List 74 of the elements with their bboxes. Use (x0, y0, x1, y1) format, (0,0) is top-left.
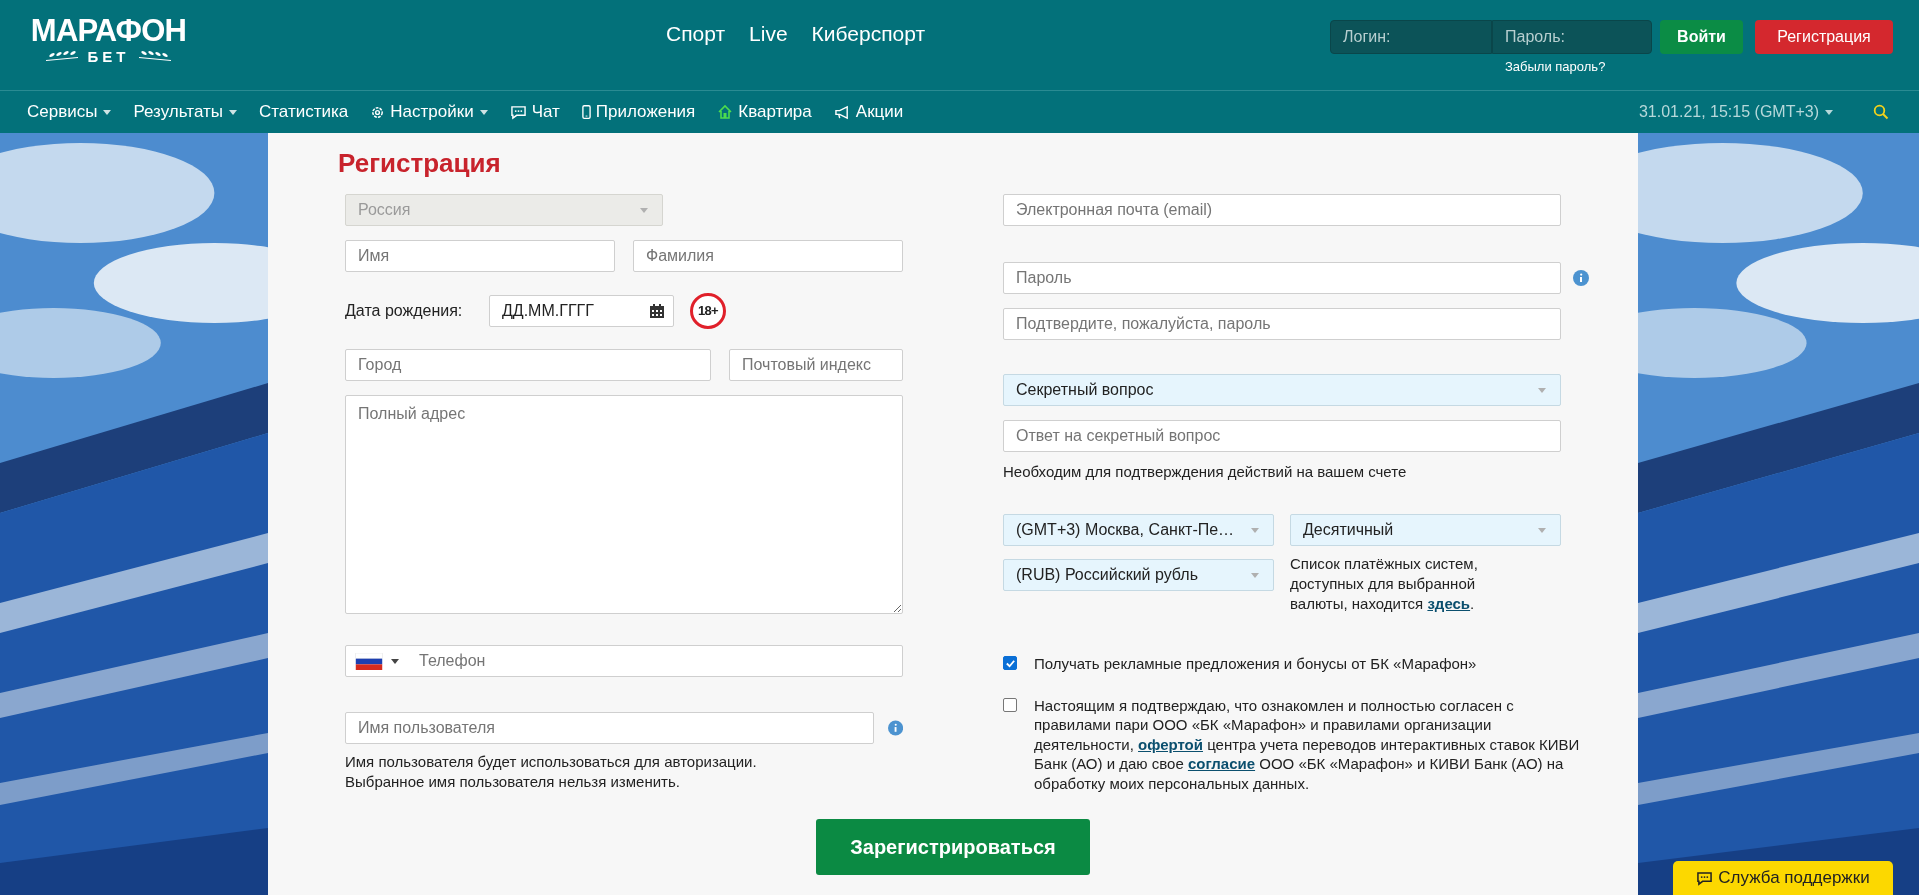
calendar-icon (650, 304, 664, 318)
nav-item[interactable]: Чат (509, 99, 560, 125)
laurel-icon (137, 50, 174, 64)
nav-item[interactable]: Акции (833, 99, 904, 125)
input-field[interactable]: Пароль (1003, 262, 1561, 294)
forgot-password-link[interactable]: Забыли пароль? (1505, 59, 1606, 75)
logo-title: МАРАФОН (30, 14, 187, 48)
caret-icon (1825, 109, 1833, 115)
date-field[interactable]: ДД.ММ.ГГГГ (489, 295, 674, 327)
laurel-icon (43, 50, 80, 64)
chat-icon (509, 104, 527, 120)
dropdown[interactable]: (GMT+3) Москва, Санкт-Пе… (1003, 514, 1274, 546)
top-nav-link[interactable]: Live (749, 20, 788, 48)
nav-item[interactable]: Результаты (133, 99, 237, 125)
note-text: Список платёжных систем, доступных для выбранной валюты, находится здесь. (1290, 554, 1479, 614)
caret-icon (1538, 527, 1546, 533)
dropdown[interactable]: (RUB) Российский рубль (1003, 559, 1274, 591)
flag-icon (355, 653, 383, 670)
login-field[interactable]: Логин: (1330, 20, 1492, 54)
submit-button[interactable]: Зарегистрироваться (816, 819, 1090, 875)
register-button[interactable]: Регистрация (1755, 20, 1893, 54)
top-nav-link[interactable]: Спорт (666, 20, 726, 48)
dropdown[interactable]: Десятичный (1290, 514, 1561, 546)
hint-text: Имя пользователя будет использоваться для авторизации. (345, 752, 758, 772)
caret-icon (1251, 572, 1259, 578)
caret-icon (1251, 527, 1259, 533)
page-title: Регистрация (338, 147, 502, 179)
caret-icon (229, 109, 237, 115)
house-icon (717, 104, 734, 120)
checkbox[interactable] (1003, 697, 1017, 712)
top-nav-link[interactable]: Киберспорт (811, 20, 926, 48)
phone-icon (581, 104, 591, 120)
link[interactable]: офертой (1138, 735, 1203, 753)
input-field[interactable]: Подтвердите, пожалуйста, пароль (1003, 308, 1561, 340)
caret-icon (1538, 387, 1546, 393)
caret-icon (479, 109, 488, 115)
checkbox[interactable] (1003, 656, 1017, 670)
hint-text: Выбранное имя пользователя нельзя изменить. (345, 772, 681, 792)
phone-field[interactable]: Телефон (345, 645, 903, 677)
logo-subtitle: БЕТ (87, 48, 130, 66)
note-text: Необходим для подтверждения действий на вашем счете (1003, 462, 1408, 482)
checkbox-label: Получать рекламные предложения и бонусы от БК «Марафон» (1034, 654, 1478, 674)
dropdown[interactable]: Секретный вопрос (1003, 374, 1561, 406)
caret-icon (391, 659, 399, 664)
input-field[interactable]: Ответ на секретный вопрос (1003, 420, 1561, 452)
nav-item[interactable]: Статистика (259, 99, 349, 125)
caret-icon (640, 207, 648, 213)
age-badge: 18+ (690, 293, 726, 329)
input-field[interactable]: Почтовый индекс (729, 349, 903, 381)
check-icon (1004, 657, 1016, 669)
search-icon (1873, 104, 1889, 120)
address-field[interactable]: Полный адрес (345, 395, 903, 614)
field-label: Дата рождения: (345, 301, 464, 321)
info-icon (1573, 270, 1589, 286)
input-field[interactable]: Фамилия (633, 240, 903, 272)
nav-item[interactable]: Приложения (581, 99, 696, 125)
megaphone-icon (833, 104, 851, 120)
chat-icon (1696, 870, 1714, 886)
gear-icon (370, 104, 386, 120)
nav-item[interactable]: Квартира (717, 99, 812, 125)
input-field[interactable]: Имя (345, 240, 615, 272)
link[interactable]: согласие (1187, 755, 1256, 772)
support-button[interactable]: Служба поддержки (1673, 861, 1893, 895)
datetime-selector[interactable]: 31.01.21, 15:15 (GMT+3) (1638, 100, 1833, 124)
nav-item[interactable]: Настройки (370, 99, 488, 125)
input-field[interactable]: Электронная почта (email) (1003, 194, 1561, 226)
input-field[interactable]: Город (345, 349, 711, 381)
info-icon (887, 720, 903, 736)
password-field[interactable]: Пароль: (1492, 20, 1652, 54)
nav-item[interactable]: Сервисы (27, 99, 112, 125)
checkbox-label: Настоящим я подтверждаю, что ознакомлен и полностью согласен с правилами пари ООО «БК «Марафон» и правилами организации деятельности, офертой центра учета переводов интерактивных ставок КИВИ Банк (АО) и даю свое согласие ООО «БК «Марафон» и КИВИ Банк (АО) на обработку моих персональных данных. (1034, 695, 1581, 793)
caret-icon (103, 109, 112, 115)
input-field[interactable]: Имя пользователя (345, 712, 874, 744)
login-button[interactable]: Войти (1660, 20, 1743, 54)
